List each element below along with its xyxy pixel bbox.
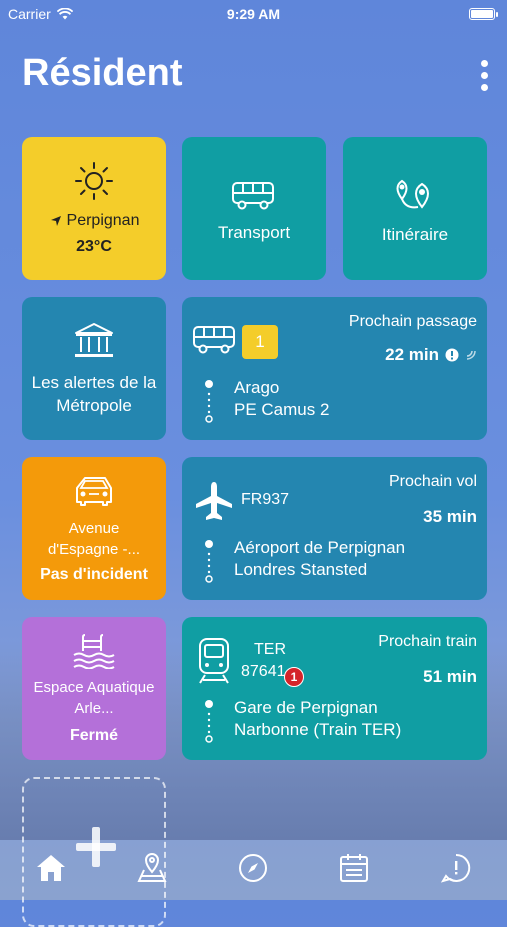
pool-name: Espace Aquatique Arle... (33, 678, 155, 717)
info-alert-icon (445, 348, 459, 362)
tab-discover[interactable] (233, 848, 273, 888)
more-options-icon[interactable] (479, 60, 489, 91)
weather-tile[interactable]: Perpignan 23°C (22, 137, 166, 280)
clock: 9:29 AM (226, 6, 281, 22)
location-arrow-icon (49, 214, 63, 228)
bus-next-header: Prochain passage (348, 313, 477, 330)
flight-stops: Aéroport de Perpignan Londres Stansted (204, 537, 406, 583)
flight-next-header: Prochain vol (388, 473, 477, 490)
route-line-icon (205, 700, 213, 743)
calendar-icon (338, 852, 370, 884)
tab-map[interactable] (132, 848, 172, 888)
tab-bar (0, 828, 507, 900)
route-line-icon (205, 540, 213, 583)
weather-city: Perpignan (66, 212, 140, 229)
bus-line-badge: 1 (242, 325, 278, 359)
train-stops: Gare de Perpignan Narbonne (Train TER) (204, 697, 402, 743)
alert-bubble-icon (440, 852, 472, 884)
bus-icon (192, 323, 238, 355)
train-tile[interactable]: TER 87641 1 Prochain train 51 min Gare d… (182, 617, 487, 760)
institution-icon (72, 321, 116, 361)
status-bar: Carrier 9:29 AM (0, 0, 507, 28)
bus-stop-from: Arago (234, 378, 280, 397)
home-icon (35, 853, 67, 883)
pool-tile[interactable]: Espace Aquatique Arle... Fermé (22, 617, 166, 760)
itineraire-label: Itinéraire (381, 225, 449, 244)
train-icon (196, 637, 232, 685)
train-alert-count: 1 (290, 670, 298, 684)
traffic-status: Pas d'incident (40, 565, 148, 583)
route-line-icon (205, 380, 213, 423)
airplane-icon (192, 479, 236, 523)
compass-icon (237, 852, 269, 884)
flight-from: Aéroport de Perpignan (234, 538, 406, 557)
pool-icon (71, 633, 117, 669)
weather-temperature: 23°C (76, 238, 112, 255)
flight-code: FR937 (241, 491, 290, 508)
route-pins-icon (392, 177, 438, 213)
map-pin-icon (136, 852, 168, 884)
train-from: Gare de Perpignan (234, 698, 378, 717)
flight-minutes: 35 min (423, 507, 477, 526)
battery-icon (469, 8, 498, 20)
transport-label: Transport (217, 223, 291, 242)
tab-alerts[interactable] (436, 848, 476, 888)
bus-line-number: 1 (255, 332, 265, 351)
bus-tile[interactable]: 1 Prochain passage 22 min Arago PE Camus… (182, 297, 487, 440)
bus-minutes: 22 min (385, 345, 477, 365)
tab-home[interactable] (31, 848, 71, 888)
alertes-tile[interactable]: Les alertes de la Métropole (22, 297, 166, 440)
alertes-label: Les alertes de la Métropole (31, 372, 157, 415)
sun-icon (74, 161, 114, 201)
car-icon (71, 474, 117, 510)
itineraire-tile[interactable]: Itinéraire (343, 137, 487, 280)
train-minutes: 51 min (423, 667, 477, 686)
traffic-road: Avenue d'Espagne -... (47, 519, 141, 558)
bus-icon (231, 179, 277, 211)
train-next-header: Prochain train (378, 633, 477, 650)
flight-to: Londres Stansted (234, 560, 368, 579)
bus-minutes-value: 22 min (385, 345, 439, 364)
flight-tile[interactable]: FR937 Prochain vol 35 min Aéroport de Pe… (182, 457, 487, 600)
bus-stops: Arago PE Camus 2 (204, 377, 330, 423)
bus-stop-to: PE Camus 2 (234, 400, 330, 419)
train-number: 87641 (241, 663, 286, 680)
page-title: Résident (22, 52, 183, 94)
realtime-signal-icon (465, 349, 477, 361)
train-to: Narbonne (Train TER) (234, 720, 402, 739)
traffic-tile[interactable]: Avenue d'Espagne -... Pas d'incident (22, 457, 166, 600)
train-type: TER (254, 641, 286, 658)
transport-tile[interactable]: Transport (182, 137, 326, 280)
train-alert-badge: 1 (284, 667, 304, 687)
tab-agenda[interactable] (334, 848, 374, 888)
pool-status: Fermé (69, 726, 119, 744)
